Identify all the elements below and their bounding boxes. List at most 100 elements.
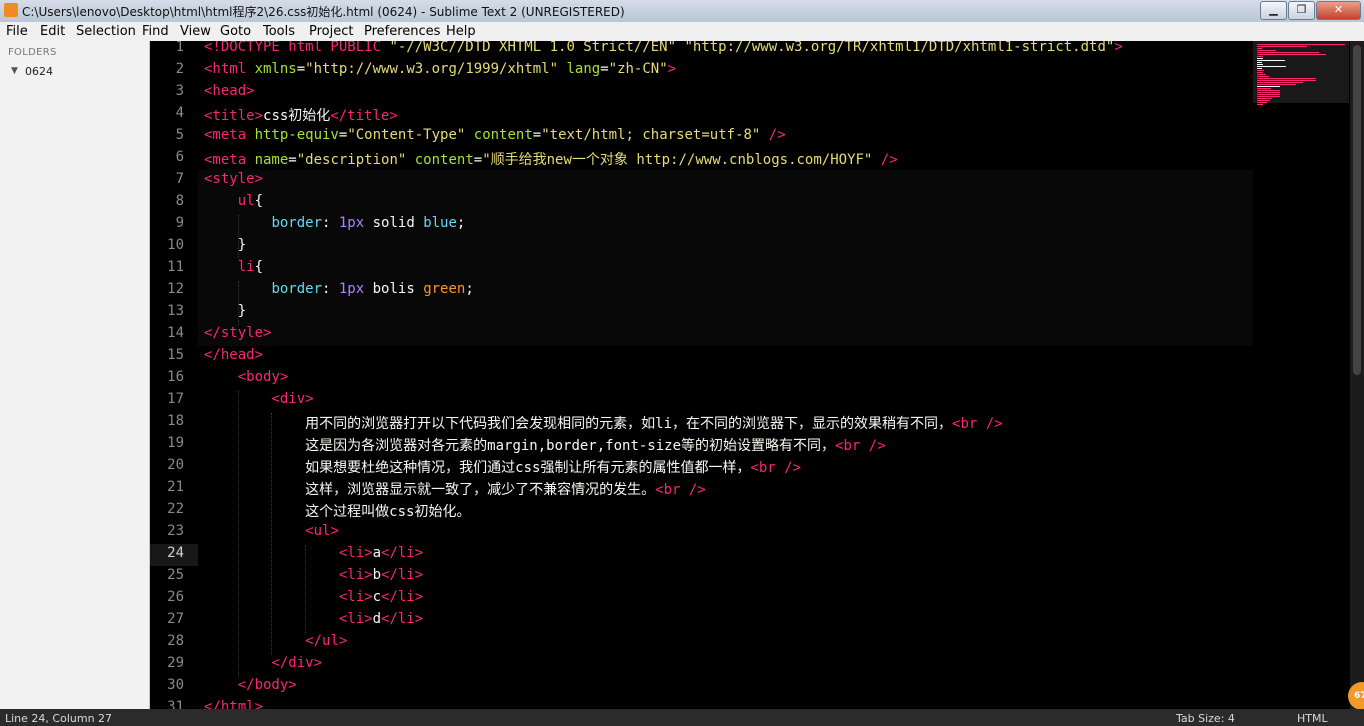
minimize-button[interactable]: ▁ — [1260, 1, 1287, 20]
scrollbar-thumb[interactable] — [1353, 45, 1361, 375]
minimap-line — [1257, 50, 1276, 51]
menu-preferences[interactable]: Preferences — [364, 24, 440, 39]
minimap-line — [1257, 82, 1303, 83]
sidebar-folder-0624[interactable]: 0624 — [25, 65, 53, 78]
code-token: border — [271, 281, 323, 297]
code-editor[interactable]: 1 2 3 4 5 6 7 8 9 10 11 12 13 14 15 16 17 18 19 20 21 22 23 24 2… — [150, 41, 1364, 709]
code-token: content — [473, 127, 533, 143]
code-token: } — [204, 237, 247, 253]
line-number: 19 — [167, 435, 184, 451]
window-title: C:\Users\lenovo\Desktop\html\html程序2\26.… — [22, 5, 625, 19]
minimap-line — [1257, 92, 1281, 93]
minimap-line — [1257, 94, 1281, 95]
code-token: : — [322, 281, 339, 297]
code-line: <html xmlns="http://www.w3.org/1999/xhtm… — [204, 61, 676, 77]
minimap-line — [1257, 54, 1327, 55]
minimap-line — [1257, 58, 1264, 59]
code-line: <li>d</li> — [204, 611, 423, 627]
code-line: ul{ — [204, 193, 263, 209]
minimap-line — [1257, 48, 1263, 49]
code-token: lang — [566, 61, 601, 77]
minimap-line — [1257, 64, 1264, 65]
line-number: 14 — [167, 325, 184, 341]
line-number: 12 — [167, 281, 184, 297]
code-token: { — [254, 259, 264, 275]
triangle-down-icon[interactable]: ▼ — [11, 66, 18, 76]
tab-size[interactable]: Tab Size: 4 — [1176, 712, 1235, 725]
code-line: </head> — [204, 347, 263, 363]
line-number: 24 — [167, 545, 184, 561]
line-number: 13 — [167, 303, 184, 319]
code-token: green — [423, 281, 466, 297]
code-token: </html> — [204, 699, 264, 709]
code-token: </li> — [381, 611, 424, 627]
minimap-line — [1257, 68, 1262, 69]
code-line: 这样，浏览器显示就一致了，减少了不兼容情况的发生。<br /> — [204, 479, 706, 499]
minimap-line — [1257, 102, 1267, 103]
menu-view[interactable]: View — [180, 24, 211, 39]
minimap[interactable] — [1253, 41, 1349, 105]
code-token: <style> — [204, 171, 264, 187]
code-token: <ul> — [305, 523, 339, 539]
line-number: 2 — [175, 61, 184, 77]
code-line: </ul> — [204, 633, 347, 649]
line-number: 22 — [167, 501, 184, 517]
code-line: 如果想要杜绝这种情况，我们通过css强制让所有元素的属性值都一样，<br /> — [204, 457, 801, 477]
code-token: <li> — [338, 611, 373, 627]
code-token: css初始化 — [263, 108, 331, 124]
code-line: <body> — [204, 369, 289, 385]
code-token: content — [414, 152, 474, 168]
menu-file[interactable]: File — [6, 24, 28, 39]
code-token: <br /> — [952, 416, 1003, 432]
vertical-scrollbar[interactable] — [1350, 41, 1364, 709]
code-token: <br /> — [655, 482, 706, 498]
code-line: 这个过程叫做css初始化。 — [204, 501, 470, 521]
code-line: <title>css初始化</title> — [204, 105, 398, 125]
code-line: border: 1px bolis green; — [204, 281, 474, 297]
minimap-line — [1257, 80, 1316, 81]
code-token: </style> — [204, 325, 272, 341]
close-button[interactable]: ✕ — [1316, 1, 1361, 20]
code-token: <li> — [338, 589, 373, 605]
menu-selection[interactable]: Selection — [76, 24, 136, 39]
code-line: <li>c</li> — [204, 589, 423, 605]
code-token: <br /> — [835, 438, 886, 454]
menu-goto[interactable]: Goto — [220, 24, 251, 39]
minimap-line — [1257, 74, 1266, 75]
code-token: : — [322, 215, 339, 231]
menu-project[interactable]: Project — [309, 24, 353, 39]
code-token: solid — [364, 215, 424, 231]
code-line: </div> — [204, 655, 322, 671]
code-token: <br /> — [750, 460, 802, 476]
minimap-line — [1257, 98, 1273, 99]
maximize-button[interactable]: ❐ — [1288, 1, 1315, 20]
menu-help[interactable]: Help — [446, 24, 476, 39]
syntax-mode[interactable]: HTML — [1297, 712, 1328, 725]
code-line: <meta http-equiv="Content-Type" content=… — [204, 127, 786, 143]
code-token: 如果想要杜绝这种情况，我们通过css强制让所有元素的属性值都一样， — [305, 460, 751, 476]
menu-tools[interactable]: Tools — [263, 24, 295, 39]
code-token: = — [532, 127, 542, 143]
code-token: 用不同的浏览器打开以下代码我们会发现相同的元素，如li，在不同的浏览器下，显示的… — [305, 416, 953, 432]
code-token: blue — [423, 215, 457, 231]
menu-find[interactable]: Find — [142, 24, 169, 39]
minimap-line — [1257, 104, 1264, 105]
code-line: border: 1px solid blue; — [204, 215, 465, 231]
menu-edit[interactable]: Edit — [40, 24, 65, 39]
code-token: "-//W3C//DTD XHTML 1.0 Strict//EN" — [389, 41, 677, 55]
code-token: <li> — [338, 567, 373, 583]
code-token: </div> — [271, 655, 323, 671]
line-number: 3 — [175, 83, 184, 99]
code-token: /> — [872, 152, 898, 168]
code-token: "text/html; charset=utf-8" — [541, 127, 761, 143]
code-token: ; — [465, 281, 474, 297]
